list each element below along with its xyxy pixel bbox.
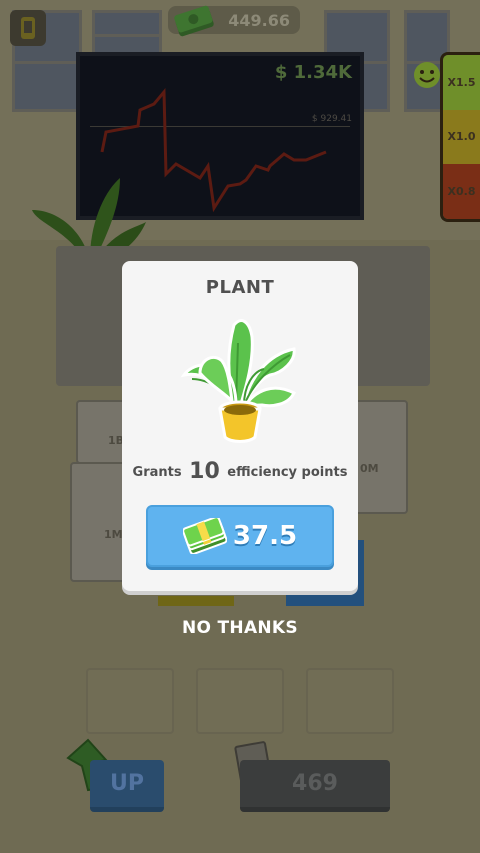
grant-description: Grants 10 efficiency points <box>122 459 358 484</box>
grant-prefix: Grants <box>132 465 182 480</box>
cash-value: 449.66 <box>228 10 290 30</box>
upgrade-slot-2 <box>196 668 284 734</box>
count-button[interactable]: 469 <box>240 760 390 812</box>
price-value: 37.5 <box>232 521 298 551</box>
cash-stack-icon <box>174 5 214 37</box>
emoji-face-icon <box>414 62 440 88</box>
upgrade-slot-3 <box>306 668 394 734</box>
dialog-title: PLANT <box>205 277 275 298</box>
upgrade-button-label: UP <box>110 771 144 796</box>
cash-stack-icon <box>182 518 227 554</box>
buy-button[interactable]: 37.5 <box>146 505 334 567</box>
upgrade-slot-1 <box>86 668 174 734</box>
potted-plant-icon <box>180 319 297 443</box>
count-value: 469 <box>292 771 338 796</box>
multiplier-meter: X1.5 X1.0 X0.8 <box>440 52 480 222</box>
window-mid-left <box>92 10 162 58</box>
multiplier-high: X1.5 <box>443 55 480 110</box>
bg-card-0m: 0M <box>352 400 408 514</box>
no-thanks-button[interactable]: NO THANKS <box>140 618 340 638</box>
phone-button[interactable] <box>10 10 46 46</box>
multiplier-low: X0.8 <box>443 164 480 219</box>
upgrade-button[interactable]: UP <box>90 760 164 812</box>
item-purchase-dialog: PLANT Grants 10 efficiency points 37.5 <box>122 261 358 591</box>
grant-value: 10 <box>189 459 220 484</box>
phone-icon <box>21 17 35 39</box>
grant-suffix: efficiency points <box>227 465 348 480</box>
bg-yellow-block <box>158 596 234 606</box>
multiplier-mid: X1.0 <box>443 109 480 165</box>
